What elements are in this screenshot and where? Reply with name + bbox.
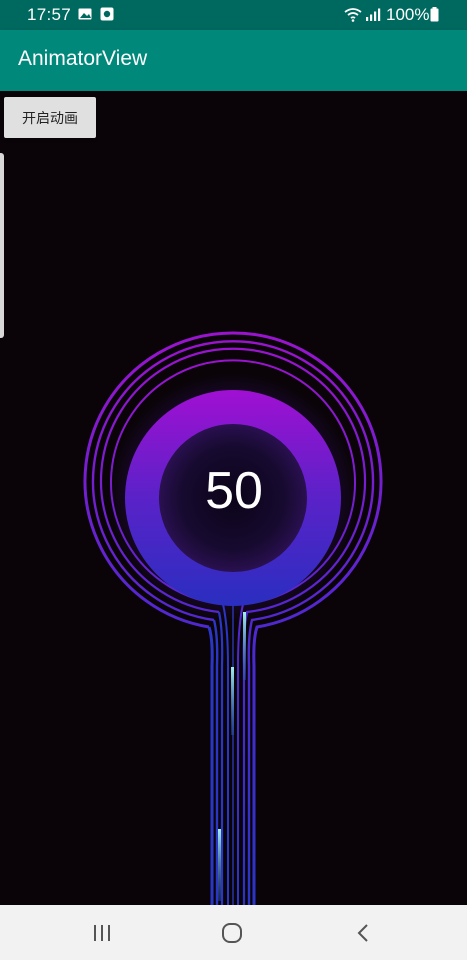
start-animation-button[interactable]: 开启动画	[4, 97, 96, 138]
status-time: 17:57	[27, 5, 72, 24]
status-bar: 17:57 100%	[0, 0, 467, 30]
sparkle-streak-3	[218, 829, 221, 901]
wifi-icon	[344, 8, 362, 22]
photo-icon	[100, 7, 114, 21]
gallery-icon	[78, 8, 92, 20]
gauge-value: 50	[205, 462, 263, 520]
navigation-bar	[0, 905, 467, 960]
sparkle-streak-1	[243, 612, 246, 680]
pipe-line-left-4	[222, 603, 229, 905]
back-icon[interactable]	[355, 923, 371, 943]
edge-panel-handle[interactable]	[0, 153, 4, 338]
battery-percentage: 100%	[386, 5, 430, 24]
app-bar: AnimatorView	[0, 30, 467, 91]
pipe-line-left-1	[207, 626, 214, 905]
home-icon[interactable]	[221, 922, 243, 944]
signal-icon	[366, 8, 381, 21]
recents-icon[interactable]	[91, 924, 113, 942]
pipe-line-left-2	[212, 619, 219, 905]
sparkle-streak-2	[231, 667, 234, 735]
battery-icon	[430, 7, 439, 22]
animator-view-canvas: 50 开启动画	[0, 91, 467, 905]
app-title: AnimatorView	[18, 47, 148, 70]
